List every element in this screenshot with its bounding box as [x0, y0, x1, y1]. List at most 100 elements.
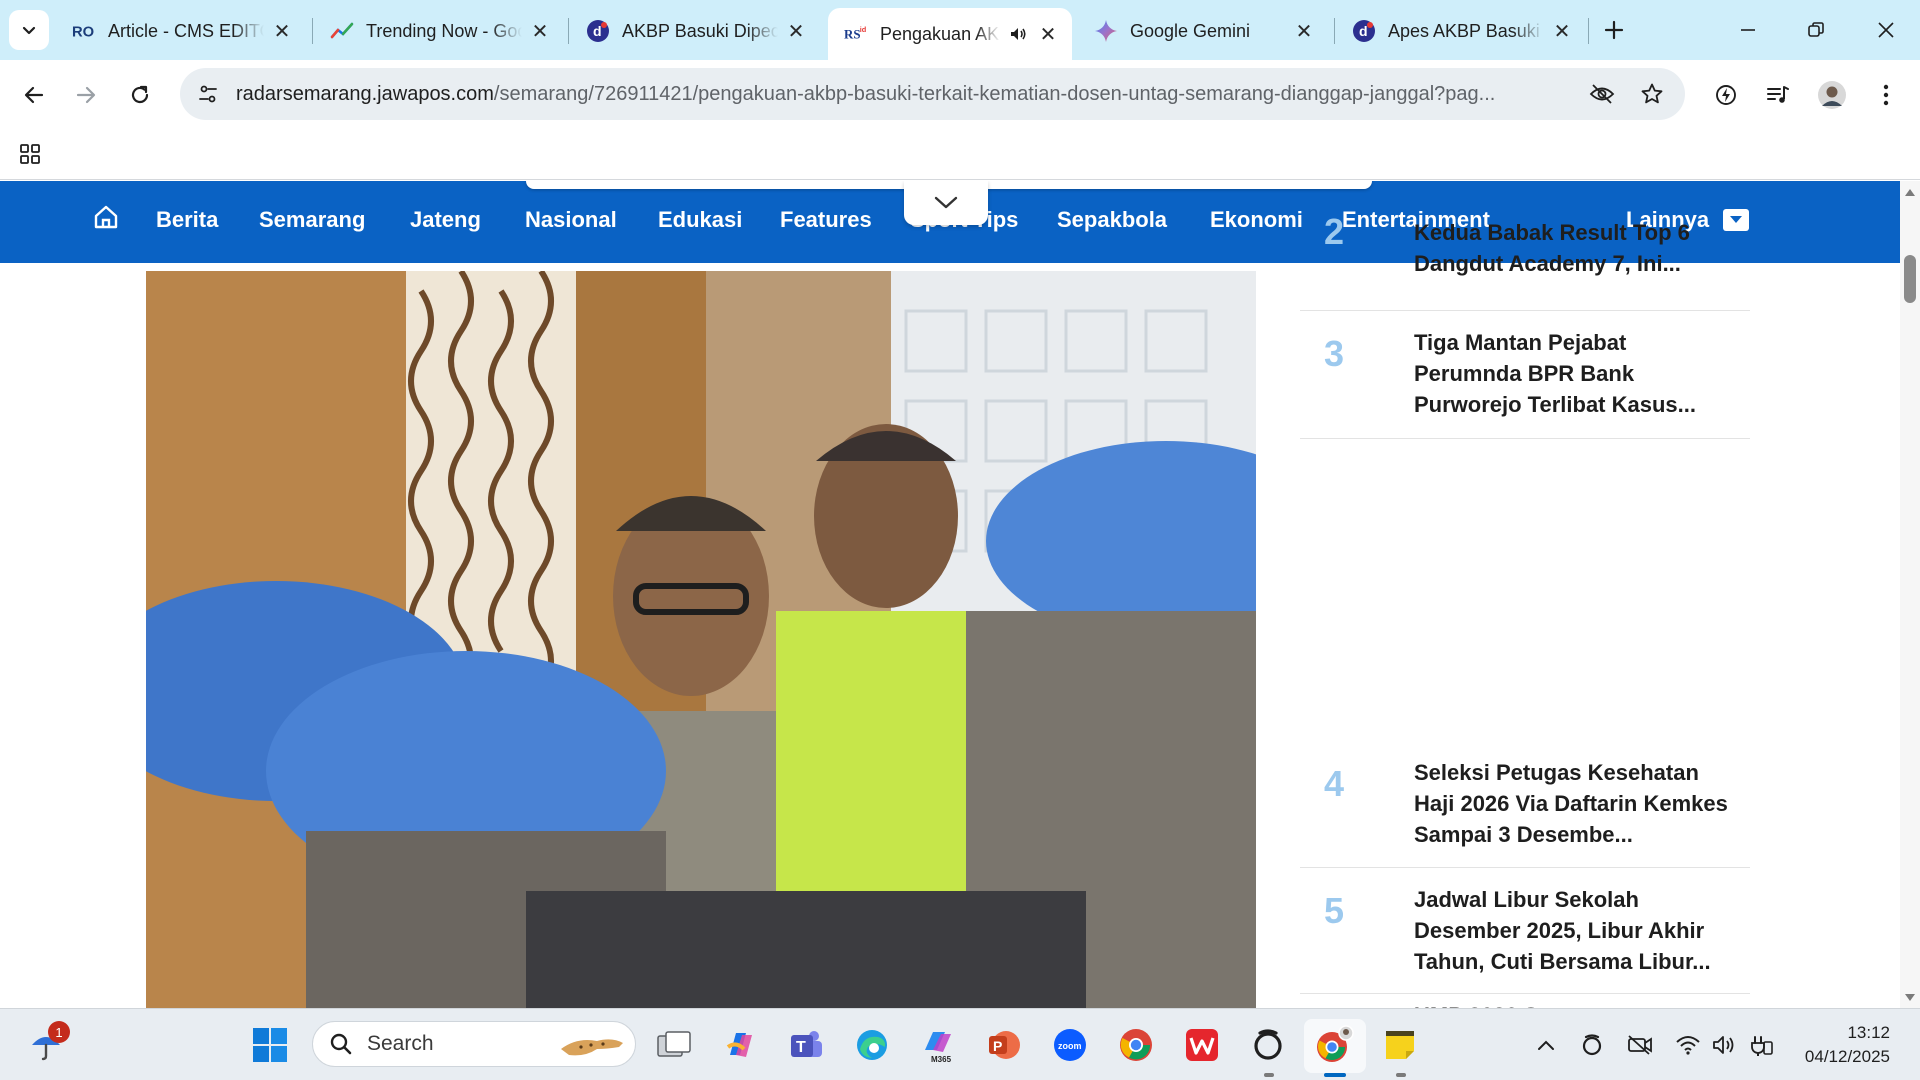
tab-apes-akbp-basuki[interactable]: d Apes AKBP Basuki ✕ — [1336, 8, 1586, 54]
tab-title: Article - CMS EDITOR — [108, 20, 264, 41]
tab-separator — [568, 18, 569, 44]
nav-features[interactable]: Features — [780, 207, 872, 233]
d-logo-icon: d — [1352, 19, 1376, 43]
tab-separator — [1334, 18, 1335, 44]
collapse-panel-button[interactable] — [904, 181, 988, 225]
home-icon[interactable] — [92, 203, 120, 231]
divider — [1300, 438, 1750, 439]
nav-nasional[interactable]: Nasional — [525, 207, 617, 233]
nav-semarang[interactable]: Semarang — [259, 207, 365, 233]
nav-edukasi[interactable]: Edukasi — [658, 207, 742, 233]
minimize-button[interactable] — [1728, 12, 1768, 48]
tab-google-trends[interactable]: Trending Now - Google Trends ✕ — [314, 8, 564, 54]
arrow-left-icon — [24, 86, 44, 104]
nav-jateng[interactable]: Jateng — [410, 207, 481, 233]
close-icon[interactable]: ✕ — [1550, 19, 1574, 43]
tab-pengakuan-akbp-basuki[interactable]: RS id Pengakuan AKBP Basuki ✕ — [828, 8, 1072, 60]
m365-icon[interactable]: M365 — [918, 1025, 958, 1065]
nav-berita[interactable]: Berita — [156, 207, 218, 233]
web-page: Berita Semarang Jateng Nasional Edukasi … — [0, 181, 1920, 1008]
close-icon[interactable]: ✕ — [270, 19, 294, 43]
new-tab-button[interactable] — [1598, 14, 1630, 46]
zoom-icon[interactable]: zoom — [1050, 1025, 1090, 1065]
svg-text:d: d — [1359, 23, 1368, 39]
running-indicator — [1396, 1073, 1406, 1077]
popular-item[interactable]: UMP 2026 Segera... — [1300, 994, 1750, 1008]
battery-charging-icon[interactable] — [1746, 1031, 1774, 1059]
svg-text:id: id — [860, 25, 867, 34]
reload-button[interactable] — [120, 75, 160, 115]
forward-button[interactable] — [66, 75, 106, 115]
copilot-icon[interactable] — [720, 1025, 760, 1065]
address-bar[interactable]: radarsemarang.jawapos.com/semarang/72691… — [180, 68, 1685, 120]
windows-taskbar: 1 Search T M365 P zoom 13:12 04/12/2025 — [0, 1008, 1920, 1080]
bookmark-star-icon[interactable] — [1632, 74, 1672, 114]
svg-text:T: T — [796, 1039, 806, 1056]
tab-title: AKBP Basuki Dipecat — [622, 20, 778, 41]
tray-ring-app-icon[interactable] — [1578, 1031, 1606, 1059]
nav-ekonomi[interactable]: Ekonomi — [1210, 207, 1303, 233]
close-window-button[interactable] — [1866, 12, 1906, 48]
volume-icon[interactable] — [1710, 1031, 1738, 1059]
close-icon[interactable]: ✕ — [784, 19, 808, 43]
wps-office-icon[interactable] — [1182, 1025, 1222, 1065]
sticky-notes-icon[interactable] — [1380, 1025, 1420, 1065]
tray-overflow-chevron-icon[interactable] — [1532, 1031, 1560, 1059]
teams-icon[interactable]: T — [786, 1025, 826, 1065]
tab-strip: RO Article - CMS EDITOR ✕ Trending Now -… — [0, 0, 1920, 60]
url-host: radarsemarang.jawapos.com — [236, 82, 494, 105]
profile-avatar[interactable] — [1812, 75, 1852, 115]
eye-off-icon[interactable] — [1582, 74, 1622, 114]
scroll-down-icon[interactable] — [1904, 993, 1916, 1003]
system-clock[interactable]: 13:12 04/12/2025 — [1790, 1021, 1890, 1069]
url-path: /semarang/726911421/pengakuan-akbp-basuk… — [493, 82, 1496, 105]
apps-grid-icon[interactable] — [14, 138, 46, 170]
speaker-icon[interactable] — [1006, 22, 1030, 46]
active-app-indicator — [1324, 1073, 1346, 1077]
powerpoint-icon[interactable]: P — [984, 1025, 1024, 1065]
tab-title: Apes AKBP Basuki — [1388, 20, 1540, 41]
close-icon[interactable]: ✕ — [1036, 22, 1060, 46]
restore-button[interactable] — [1796, 12, 1836, 48]
search-label: Search — [367, 1032, 434, 1055]
performance-icon[interactable] — [1706, 75, 1746, 115]
trends-icon — [330, 19, 354, 43]
wifi-icon[interactable] — [1674, 1031, 1702, 1059]
popular-item[interactable]: 2 Kedua Babak Result Top 6 Dangdut Acade… — [1300, 211, 1750, 311]
url-text[interactable]: radarsemarang.jawapos.com/semarang/72691… — [236, 83, 1576, 106]
restore-icon — [1808, 22, 1824, 37]
svg-text:RS: RS — [844, 27, 861, 42]
popular-item[interactable]: 3 Tiga Mantan Pejabat Perumnda BPR Bank … — [1300, 311, 1750, 439]
rank-number: 5 — [1324, 890, 1345, 931]
tab-search-button[interactable] — [9, 10, 49, 50]
back-button[interactable] — [14, 75, 54, 115]
search-icon — [330, 1033, 352, 1055]
chrome-profile-icon[interactable] — [1314, 1025, 1354, 1065]
tab-google-gemini[interactable]: Google Gemini ✕ — [1078, 8, 1328, 54]
close-icon[interactable]: ✕ — [1292, 19, 1316, 43]
more-menu-icon[interactable] — [1866, 75, 1906, 115]
windows-start-icon[interactable] — [252, 1027, 288, 1063]
tab-title: Pengakuan AKBP Basuki — [880, 23, 1000, 44]
tab-cms-editor[interactable]: RO Article - CMS EDITOR ✕ — [56, 8, 306, 54]
rank-number: 4 — [1324, 763, 1345, 804]
taskbar-search-box[interactable]: Search — [312, 1021, 636, 1067]
popular-item[interactable]: 4 Seleksi Petugas Kesehatan Haji 2026 Vi… — [1300, 741, 1750, 868]
ring-app-icon[interactable] — [1248, 1025, 1288, 1065]
site-info-button[interactable] — [188, 74, 228, 114]
search-highlight-cheetah-icon — [561, 1039, 623, 1056]
reload-icon — [131, 85, 149, 104]
popular-title: Jadwal Libur Sekolah Desember 2025, Libu… — [1414, 887, 1711, 974]
scrollbar-thumb[interactable] — [1904, 255, 1916, 303]
tab-akbp-basuki-dipecat[interactable]: d AKBP Basuki Dipecat ✕ — [570, 8, 820, 54]
nav-sepakbola[interactable]: Sepakbola — [1057, 207, 1167, 233]
chrome-icon[interactable] — [1116, 1025, 1156, 1065]
media-control-icon[interactable] — [1758, 75, 1798, 115]
edge-icon[interactable] — [852, 1025, 892, 1065]
close-icon[interactable]: ✕ — [528, 19, 552, 43]
page-scrollbar[interactable] — [1900, 181, 1920, 1008]
task-view-icon[interactable] — [654, 1025, 694, 1065]
popular-item[interactable]: 5 Jadwal Libur Sekolah Desember 2025, Li… — [1300, 868, 1750, 994]
camera-off-icon[interactable] — [1626, 1031, 1654, 1059]
scroll-up-icon[interactable] — [1904, 187, 1916, 197]
